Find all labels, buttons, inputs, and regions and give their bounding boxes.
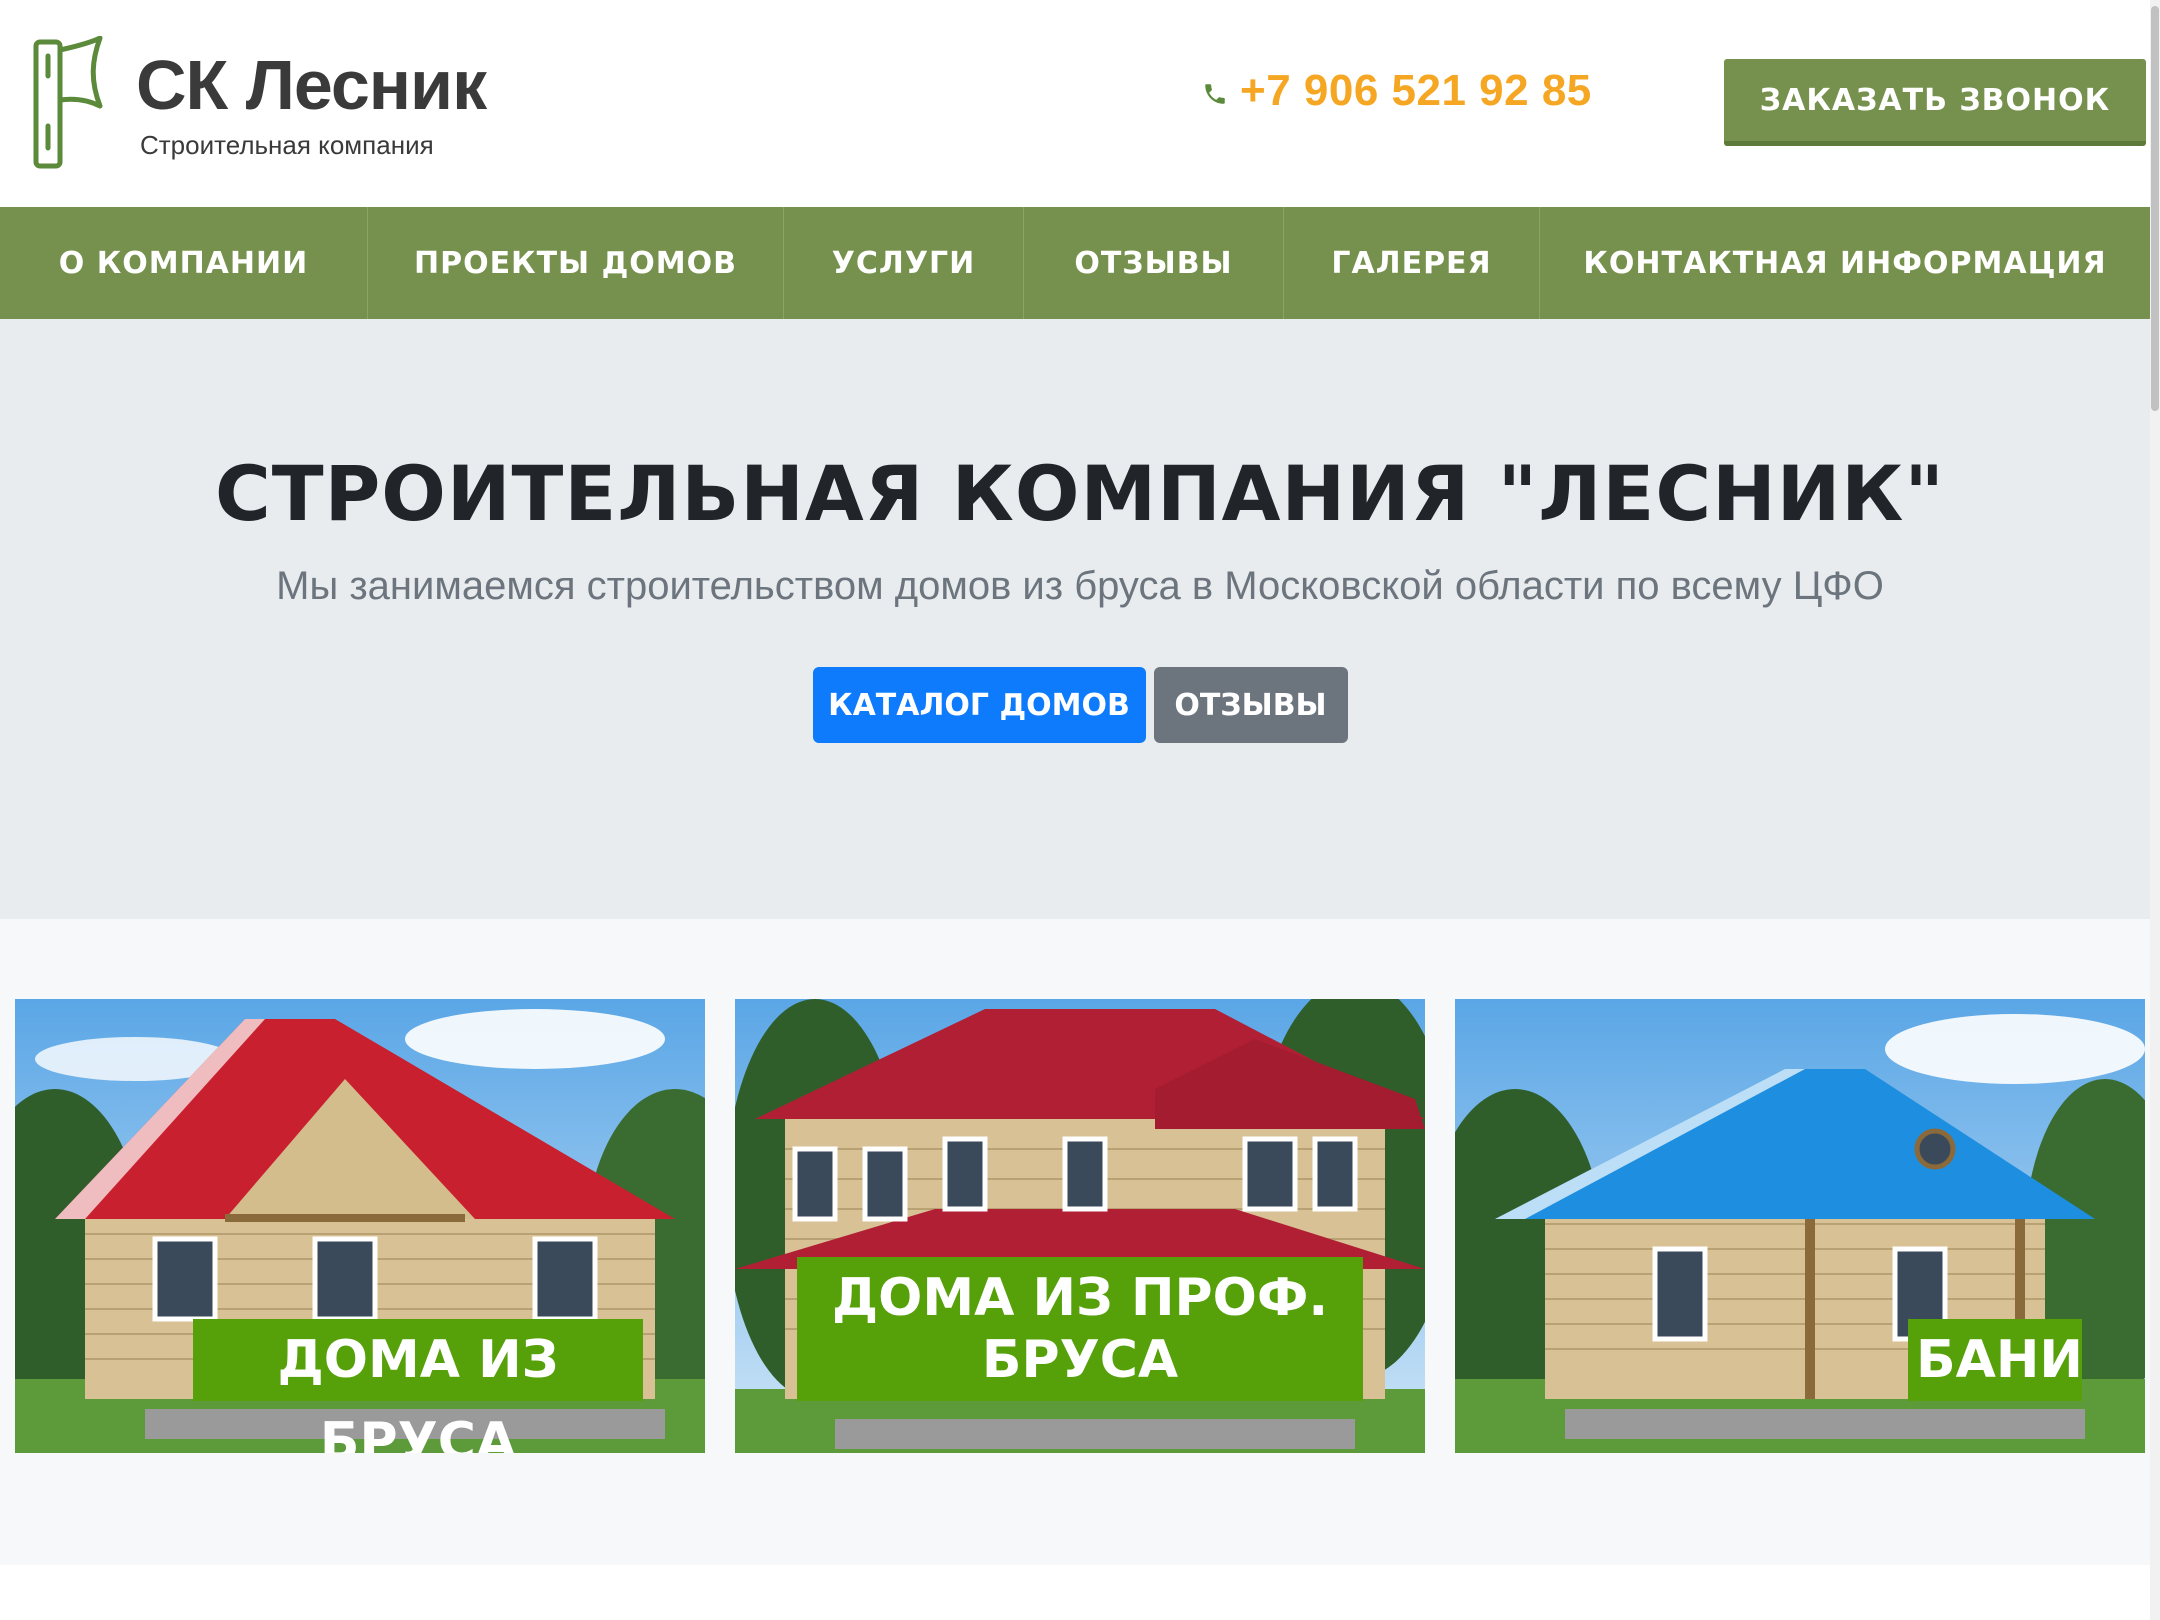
card-label: БАНИ — [1908, 1319, 2083, 1401]
nav-item-projects[interactable]: ПРОЕКТЫ ДОМОВ — [368, 207, 784, 319]
phone-icon — [1205, 84, 1225, 104]
nav-item-contacts[interactable]: КОНТАКТНАЯ ИНФОРМАЦИЯ — [1540, 207, 2150, 319]
main-nav: О КОМПАНИИ ПРОЕКТЫ ДОМОВ УСЛУГИ ОТЗЫВЫ Г… — [0, 207, 2160, 319]
categories-section: ДОМА ИЗ БРУСА ДОМА ИЗ ПРОФ. БРУСА БАНИ — [0, 919, 2160, 1565]
nav-item-gallery[interactable]: ГАЛЕРЕЯ — [1284, 207, 1540, 319]
card-label: ДОМА ИЗ ПРОФ. БРУСА — [797, 1257, 1363, 1401]
scrollbar-thumb[interactable] — [2151, 6, 2159, 411]
hero-section: СТРОИТЕЛЬНАЯ КОМПАНИЯ "ЛЕСНИК" Мы занима… — [0, 319, 2160, 919]
logo-title: СК Лесник — [136, 46, 487, 124]
scrollbar[interactable] — [2150, 0, 2160, 1620]
callback-button[interactable]: ЗАКАЗАТЬ ЗВОНОК — [1724, 59, 2146, 146]
category-card-prof-timber[interactable]: ДОМА ИЗ ПРОФ. БРУСА — [735, 999, 1425, 1453]
category-card-timber[interactable]: ДОМА ИЗ БРУСА — [15, 999, 705, 1453]
axe-logo-icon — [33, 36, 103, 169]
site-header: СК Лесник Строительная компания +7 906 5… — [0, 0, 2160, 207]
category-card-baths[interactable]: БАНИ — [1455, 999, 2145, 1453]
reviews-button[interactable]: ОТЗЫВЫ — [1153, 667, 1348, 743]
nav-item-reviews[interactable]: ОТЗЫВЫ — [1024, 207, 1284, 319]
logo[interactable]: СК Лесник Строительная компания — [30, 36, 487, 172]
hero-subtitle: Мы занимаемся строительством домов из бр… — [276, 564, 1884, 608]
card-label: ДОМА ИЗ БРУСА — [193, 1319, 643, 1453]
nav-item-about[interactable]: О КОМПАНИИ — [0, 207, 368, 319]
card-label-line1: ДОМА ИЗ ПРОФ. — [831, 1268, 1329, 1328]
catalog-button[interactable]: КАТАЛОГ ДОМОВ — [812, 667, 1146, 743]
card-label-line2: БРУСА — [981, 1330, 1179, 1390]
logo-subtitle: Строительная компания — [140, 130, 434, 160]
nav-item-services[interactable]: УСЛУГИ — [784, 207, 1024, 319]
phone-link[interactable]: +7 906 521 92 85 — [1202, 66, 1592, 116]
hero-title: СТРОИТЕЛЬНАЯ КОМПАНИЯ "ЛЕСНИК" — [214, 449, 1946, 538]
phone-number: +7 906 521 92 85 — [1240, 66, 1592, 115]
